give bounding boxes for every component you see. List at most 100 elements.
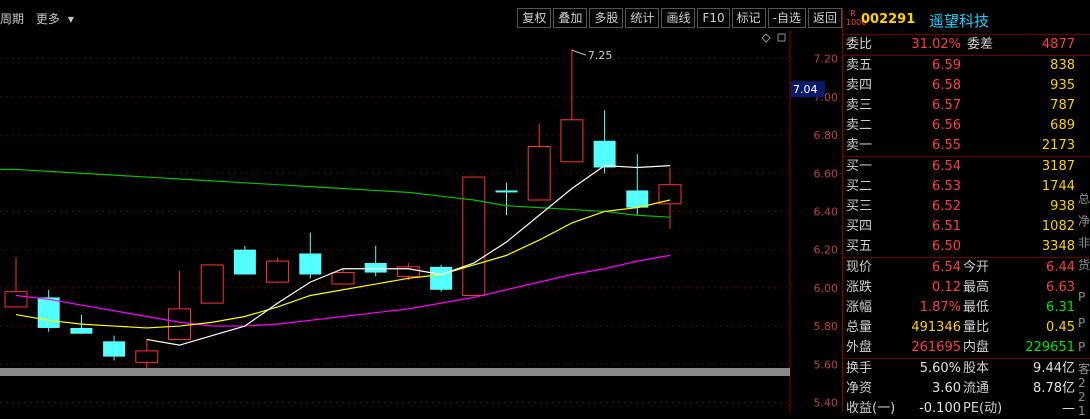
ask-volume: 838 <box>1050 58 1075 73</box>
rating-badge: R 1000 <box>846 9 867 27</box>
bid-row[interactable]: 买四 6.51 1082 <box>843 217 1090 237</box>
y-tick-label: 5.60 <box>814 358 839 371</box>
cut-off-label: 2 <box>1078 390 1086 404</box>
toolbar-button[interactable]: 多股 <box>589 8 624 28</box>
bid-price: 6.54 <box>932 159 961 174</box>
candle-body <box>658 184 682 205</box>
ask-price: 6.55 <box>932 138 961 153</box>
toolbar-buttons: 复权 叠加 多股 统计 画线 F10 标记 -自选 返回 <box>515 8 842 28</box>
candle-body <box>560 119 584 163</box>
cut-off-label: 净 <box>1078 214 1090 228</box>
quote-panel: R 1000 002291 遥望科技 委比 31.02% 委差 4877 卖五 6.… <box>842 8 1090 418</box>
bid-price: 6.52 <box>932 199 961 214</box>
ask-price: 6.57 <box>932 98 961 113</box>
candle-body <box>37 297 60 328</box>
ask-price: 6.59 <box>932 58 961 73</box>
bid-row[interactable]: 买五 6.50 3348 <box>843 237 1090 257</box>
candle-body <box>200 264 224 304</box>
toolbar-button[interactable]: 画线 <box>661 8 696 28</box>
ask-price: 6.56 <box>932 118 961 133</box>
bid-volume: 1744 <box>1041 179 1075 194</box>
square-icon <box>777 33 786 42</box>
stat-row: 净资 3.60 流通 8.78亿 <box>846 381 1075 396</box>
stat-row: 总量 491346 量比 0.45 <box>846 320 1075 335</box>
stat-row: 现价 6.54 今开 6.44 <box>846 260 1075 275</box>
candle-body <box>266 260 290 283</box>
y-tick-label: 5.40 <box>814 396 839 409</box>
candle-body <box>4 291 28 308</box>
kline-chart-svg[interactable]: 7.207.006.806.606.406.206.005.805.605.40… <box>0 30 842 412</box>
toolbar-button[interactable]: 复权 <box>517 8 552 28</box>
stock-header: R 1000 002291 遥望科技 <box>843 8 1090 35</box>
stat-row: 外盘 261695 内盘 229651 <box>846 340 1075 355</box>
toolbar-button[interactable]: 标记 <box>731 8 766 28</box>
ask-row[interactable]: 卖三 6.57 787 <box>843 96 1090 116</box>
bid-volume: 3187 <box>1041 159 1075 174</box>
candle-body <box>626 190 649 208</box>
ma20-line <box>15 254 671 327</box>
candle-body <box>527 146 551 201</box>
ask-price: 6.58 <box>932 78 961 93</box>
y-tick-label: 5.80 <box>814 320 839 333</box>
y-tick-label: 6.40 <box>814 205 839 218</box>
candle-body <box>364 263 387 273</box>
cut-off-label: 总 <box>1078 192 1090 206</box>
quote-stats-2: 换手 5.60% 股本 9.44亿 净资 3.60 流通 8.78亿 收益(一) -0.100 PE… <box>843 359 1090 419</box>
cut-off-label: 2 <box>1078 376 1086 390</box>
bid-row[interactable]: 买一 6.54 3187 <box>843 157 1090 177</box>
toolbar-button[interactable]: 返回 <box>807 8 842 28</box>
bid-row[interactable]: 买三 6.52 938 <box>843 197 1090 217</box>
diamond-icon <box>761 33 771 43</box>
weibi-row: 委比 31.02% 委差 4877 <box>843 35 1090 56</box>
stock-name[interactable]: 遥望科技 <box>929 10 989 31</box>
stat-row: 换手 5.60% 股本 9.44亿 <box>846 361 1075 376</box>
ma60-line <box>15 168 671 218</box>
y-tick-label: 7.20 <box>814 53 839 66</box>
y-tick-label: 6.20 <box>814 244 839 257</box>
candle-body <box>168 308 191 340</box>
chart-toolbar: 周期 更多 ▾ 复权 叠加 多股 统计 画线 F10 标记 -自选 返回 <box>0 8 842 28</box>
stat-row: 涨幅 1.87% 最低 6.31 <box>846 300 1075 315</box>
bid-price: 6.53 <box>932 179 961 194</box>
quote-stats: 现价 6.54 今开 6.44 涨跌 0.12 最高 6.63 涨幅 1.87% 最低 6.31 总量 4… <box>843 258 1090 359</box>
stock-code: 002291 <box>861 12 916 27</box>
ask-row[interactable]: 卖五 6.59 838 <box>843 56 1090 76</box>
ask-row[interactable]: 卖四 6.58 935 <box>843 76 1090 96</box>
pane-divider <box>0 368 790 376</box>
toolbar-button[interactable]: F10 <box>697 8 730 28</box>
stat-row: 收益(一) -0.100 PE(动) — <box>846 401 1075 416</box>
candle-body <box>495 190 518 193</box>
toolbar-button[interactable]: 叠加 <box>553 8 588 28</box>
cut-off-label: 非 <box>1078 236 1090 250</box>
toolbar-button[interactable]: -自选 <box>767 8 806 28</box>
y-tick-label: 6.00 <box>814 282 839 295</box>
bid-row[interactable]: 买二 6.53 1744 <box>843 177 1090 197</box>
y-tick-label: 6.80 <box>814 129 839 142</box>
candle-body <box>233 249 256 275</box>
ask-volume: 2173 <box>1041 138 1075 153</box>
ask-row[interactable]: 卖二 6.56 689 <box>843 116 1090 136</box>
candle-body <box>103 341 126 357</box>
candle-body <box>593 140 616 168</box>
bid-price: 6.51 <box>932 219 961 234</box>
bid-volume: 938 <box>1050 199 1075 214</box>
cut-off-label: 1 <box>1078 404 1086 418</box>
ask-volume: 689 <box>1050 118 1075 133</box>
kline-chart[interactable]: 7.20 7.00 6.80 6.60 6.40 6.20 6.00 5.80 5.60 5.40… <box>0 30 842 412</box>
ask-row[interactable]: 卖一 6.55 2173 <box>843 136 1090 156</box>
ask-list: 卖五 6.59 838 卖四 6.58 935 卖三 6.57 787 卖二 6.56 689 卖一 6.… <box>843 56 1090 157</box>
high-pointer <box>571 49 587 56</box>
dropdown-icon: ▾ <box>67 12 74 26</box>
bid-list: 买一 6.54 3187 买二 6.53 1744 买三 6.52 938 买四 6.51 1082 买… <box>843 157 1090 258</box>
bid-volume: 3348 <box>1041 239 1075 254</box>
more-button[interactable]: 更多 <box>36 12 60 26</box>
candle-body <box>299 253 322 275</box>
current-price-label: 7.04 <box>793 83 818 96</box>
cut-off-label: P <box>1078 340 1086 354</box>
cut-off-label: 货 <box>1078 258 1090 272</box>
ask-volume: 787 <box>1050 98 1075 113</box>
stat-row: 涨跌 0.12 最高 6.63 <box>846 280 1075 295</box>
candle-body <box>462 176 486 296</box>
toolbar-button[interactable]: 统计 <box>625 8 660 28</box>
period-button[interactable]: 周期 <box>0 12 24 26</box>
